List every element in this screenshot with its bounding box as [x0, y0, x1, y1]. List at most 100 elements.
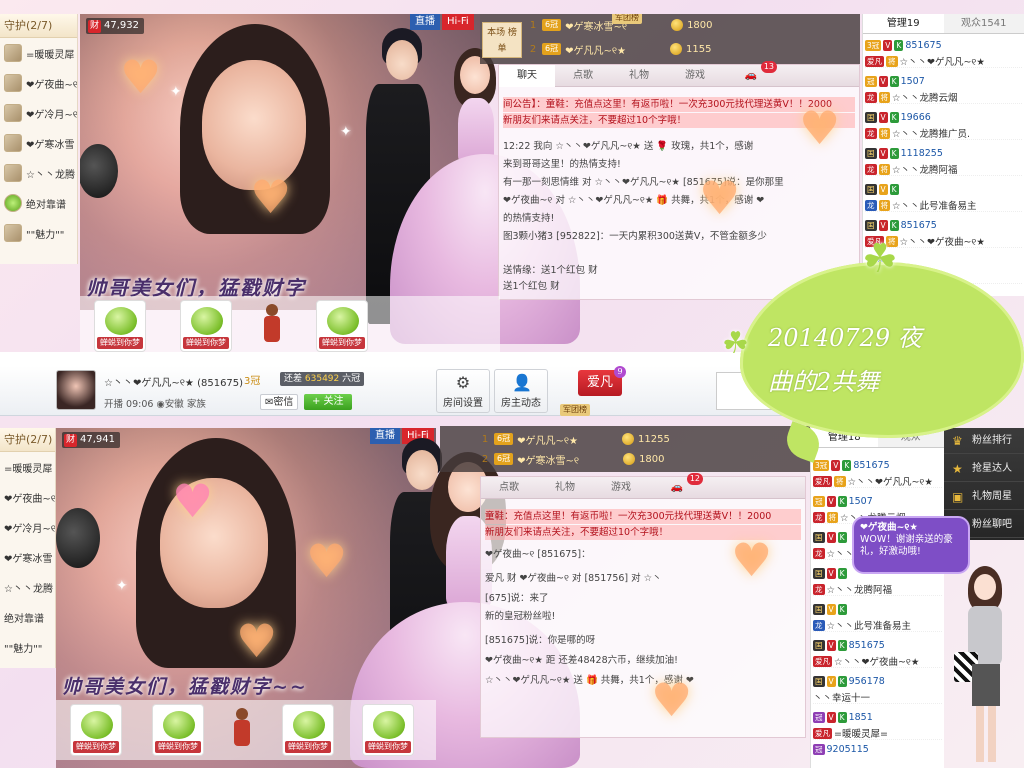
mini-figure-icon	[262, 304, 282, 344]
side-item-fans-rank[interactable]: ♛ 粉丝排行	[944, 428, 1024, 454]
ranking-strip: 本场 榜单 1 6冠 ❤ゲ寒冰雪~୧ 1800 2 6冠 ❤ゲ凡凡~୧★ 115…	[480, 14, 860, 64]
room-settings-button[interactable]: ⚙ 房间设置	[436, 369, 490, 413]
start-time: 开播 09:06 ◉安徽 家族	[104, 399, 206, 410]
guard-item[interactable]: 绝对靠谱	[0, 602, 55, 632]
chat-message: [675]说：来了	[485, 593, 549, 604]
level-badge: 6冠	[542, 43, 562, 55]
bubble-title: ❤ゲ夜曲~୧★	[860, 522, 918, 533]
girl-bodice	[458, 98, 494, 162]
chat-message: 图3颗小猪3 [952822]：一天内累积300送黄V，不管金额多少	[503, 231, 767, 242]
streamer-name[interactable]: ☆丶丶❤ゲ凡凡~୧★ (851675)	[104, 374, 243, 389]
user-row[interactable]: 国 V K 龙 ☆丶丶此号准备易主	[813, 602, 942, 632]
user-row[interactable]: 3冠 V K 851675 爱凡将 ☆丶丶❤ゲ凡凡~୧★	[865, 38, 1022, 68]
mini-figure-icon	[232, 708, 252, 748]
guard-item[interactable]: ""魅力""	[0, 632, 55, 662]
army-badge[interactable]: 军团榜	[560, 404, 590, 416]
tab-badge: 13	[760, 61, 777, 73]
users-panel: 管理18 观众 3冠 V K 851675 爱凡将 ☆丶丶❤ゲ凡凡~୧★ 冠 V K 1507 龙…	[810, 428, 944, 768]
guard-item[interactable]: ❤ゲ冷月~୧	[0, 512, 55, 542]
rank-board-button[interactable]: 本场 榜单	[482, 22, 522, 58]
sparkle-icon: ✦	[170, 84, 182, 100]
chat-message: 12:22 我向 ☆丶丶❤ゲ凡凡~୧★ 送 🌹 玫瑰，共1个，感谢	[503, 141, 754, 152]
coin-icon	[622, 433, 635, 445]
tab-audience[interactable]: 观众1541	[944, 14, 1024, 33]
guard-item[interactable]: ☆丶丶龙腾	[0, 158, 77, 188]
tab-gift[interactable]: 礼物	[611, 65, 667, 87]
guard-item[interactable]: ❤ゲ夜曲~୧	[0, 68, 77, 98]
gift-item[interactable]: 蝉蜕到你梦	[362, 704, 414, 756]
gift-ball-icon	[293, 711, 325, 739]
user-row[interactable]: 国 V K 1118255 龙将 ☆丶丶龙腾阿福	[865, 146, 1022, 176]
clover-icon: ☘	[722, 326, 749, 361]
secret-message-button[interactable]: ✉密信	[260, 394, 299, 410]
streamer-face	[160, 478, 268, 608]
host-news-button[interactable]: 👤 房主动态	[494, 369, 548, 413]
speech-line-1: 20140729 夜	[768, 324, 922, 352]
clover-icon: ☘	[862, 236, 898, 282]
guard-item[interactable]: =暖暖灵犀	[0, 452, 55, 482]
wealth-icon: 财	[88, 19, 101, 33]
chat-message: 送情缘：送1个红包 财	[503, 265, 598, 276]
chat-notice: 新朋友们来请点关注，不要超过10个字哦！	[503, 113, 855, 128]
user-row[interactable]: 国 V K 956178 丶丶幸运十一	[813, 674, 942, 704]
army-badge[interactable]: 军团榜	[612, 14, 642, 24]
tab-chat[interactable]: 聊天	[499, 65, 555, 87]
avatar-icon	[4, 134, 22, 152]
side-item-gift-week[interactable]: ▣ 礼物周星	[944, 484, 1024, 510]
tab-car[interactable]: 🚗 13	[723, 61, 779, 87]
gear-icon: ⚙	[455, 373, 471, 392]
gift-item[interactable]: 蝉蜕到你梦	[180, 300, 232, 352]
ranking-strip: 1 6冠 ❤ゲ凡凡~୧★ 11255 2 6冠 ❤ゲ寒冰雪~୧ 1800	[440, 426, 810, 472]
room-header: ☆丶丶❤ゲ凡凡~୧★ (851675) 3冠 还差 635492 六冠 开播 0…	[0, 366, 820, 416]
tab-car[interactable]: 🚗 12	[649, 473, 705, 499]
guard-item[interactable]: ❤ゲ夜曲~୧	[0, 482, 55, 512]
rank-row[interactable]: 2 6冠 ❤ゲ寒冰雪~୧ 1800	[480, 450, 665, 468]
sparkle-icon: ✦	[340, 124, 352, 140]
star-icon: ★	[952, 462, 963, 476]
tab-badge: 12	[686, 473, 703, 485]
guard-item[interactable]: ☆丶丶龙腾	[0, 572, 55, 602]
chat-notice: 间公告】：童鞋：充值点这里！有返币啦！一次充300元找代理送黄V！！2000	[503, 97, 855, 112]
guard-item[interactable]: ❤ゲ冷月~୧	[0, 98, 77, 128]
tab-song[interactable]: 点歌	[555, 65, 611, 87]
chat-panel: 点歌 礼物 游戏 🚗 12 童鞋：充值点这里！有返币啦！一次充300元找代理送黄V…	[480, 473, 806, 738]
location-icon: ◉	[156, 399, 165, 410]
gift-item[interactable]: 蝉蜕到你梦	[152, 704, 204, 756]
guard-item[interactable]: ❤ゲ寒冰雪	[0, 128, 77, 158]
cartoon-legs	[976, 706, 996, 762]
level-badge: 6冠	[494, 453, 514, 465]
side-item-star-grab[interactable]: ★ 抢星达人	[944, 456, 1024, 482]
guard-item[interactable]: ""魅力""	[0, 218, 77, 248]
user-row[interactable]: 3冠 V K 851675 爱凡将 ☆丶丶❤ゲ凡凡~୧★	[813, 458, 942, 488]
tab-game[interactable]: 游戏	[667, 65, 723, 87]
user-row[interactable]: 国 V K 851675 爱凡 ☆丶丶❤ゲ夜曲~୧★	[813, 638, 942, 668]
tab-managers[interactable]: 管理19	[863, 14, 944, 33]
guard-item[interactable]: =暖暖灵犀	[0, 38, 77, 68]
user-row[interactable]: 冠VK1507龙将☆丶丶龙腾云烟	[865, 74, 1022, 104]
tab-gift[interactable]: 礼物	[537, 477, 593, 499]
sparkle-icon: ✦	[116, 578, 128, 594]
rank-row[interactable]: 1 6冠 ❤ゲ凡凡~୧★ 11255	[480, 430, 670, 448]
guard-item[interactable]: ❤ゲ寒冰雪	[0, 542, 55, 572]
gift-item[interactable]: 蝉蜕到你梦	[282, 704, 334, 756]
gift-ball-icon	[327, 307, 359, 335]
gift-item[interactable]: 蝉蜕到你梦	[94, 300, 146, 352]
gift-ball-icon	[191, 307, 223, 335]
tab-game[interactable]: 游戏	[593, 477, 649, 499]
user-row[interactable]: 冠 9205115	[813, 742, 942, 768]
chat-message: 来到哥哥这里！的热情支持!	[503, 159, 621, 170]
tab-song[interactable]: 点歌	[481, 477, 537, 499]
gift-item[interactable]: 蝉蜕到你梦	[316, 300, 368, 352]
gift-item[interactable]: 蝉蜕到你梦	[70, 704, 122, 756]
avatar-icon	[4, 74, 22, 92]
user-row[interactable]: 冠 V K 1851 爱凡 =暖暖灵犀=	[813, 710, 942, 740]
guard-item[interactable]: 绝对靠谱	[0, 188, 77, 218]
user-row[interactable]: 国 V K 龙将 ☆丶丶此号准备易主	[865, 182, 1022, 212]
streamer-avatar[interactable]	[56, 370, 96, 410]
user-row[interactable]: 国 V K 19666 龙将 ☆丶丶龙腾推广员.	[865, 110, 1022, 140]
rank-row[interactable]: 2 6冠 ❤ゲ凡凡~୧★ 1155	[528, 40, 711, 58]
brand-logo[interactable]: 爱凡 9	[578, 366, 626, 396]
follow-button[interactable]: + 关注	[304, 394, 352, 410]
car-icon: 🚗	[744, 70, 758, 81]
speech-line-2: 曲的2共舞	[768, 368, 880, 396]
